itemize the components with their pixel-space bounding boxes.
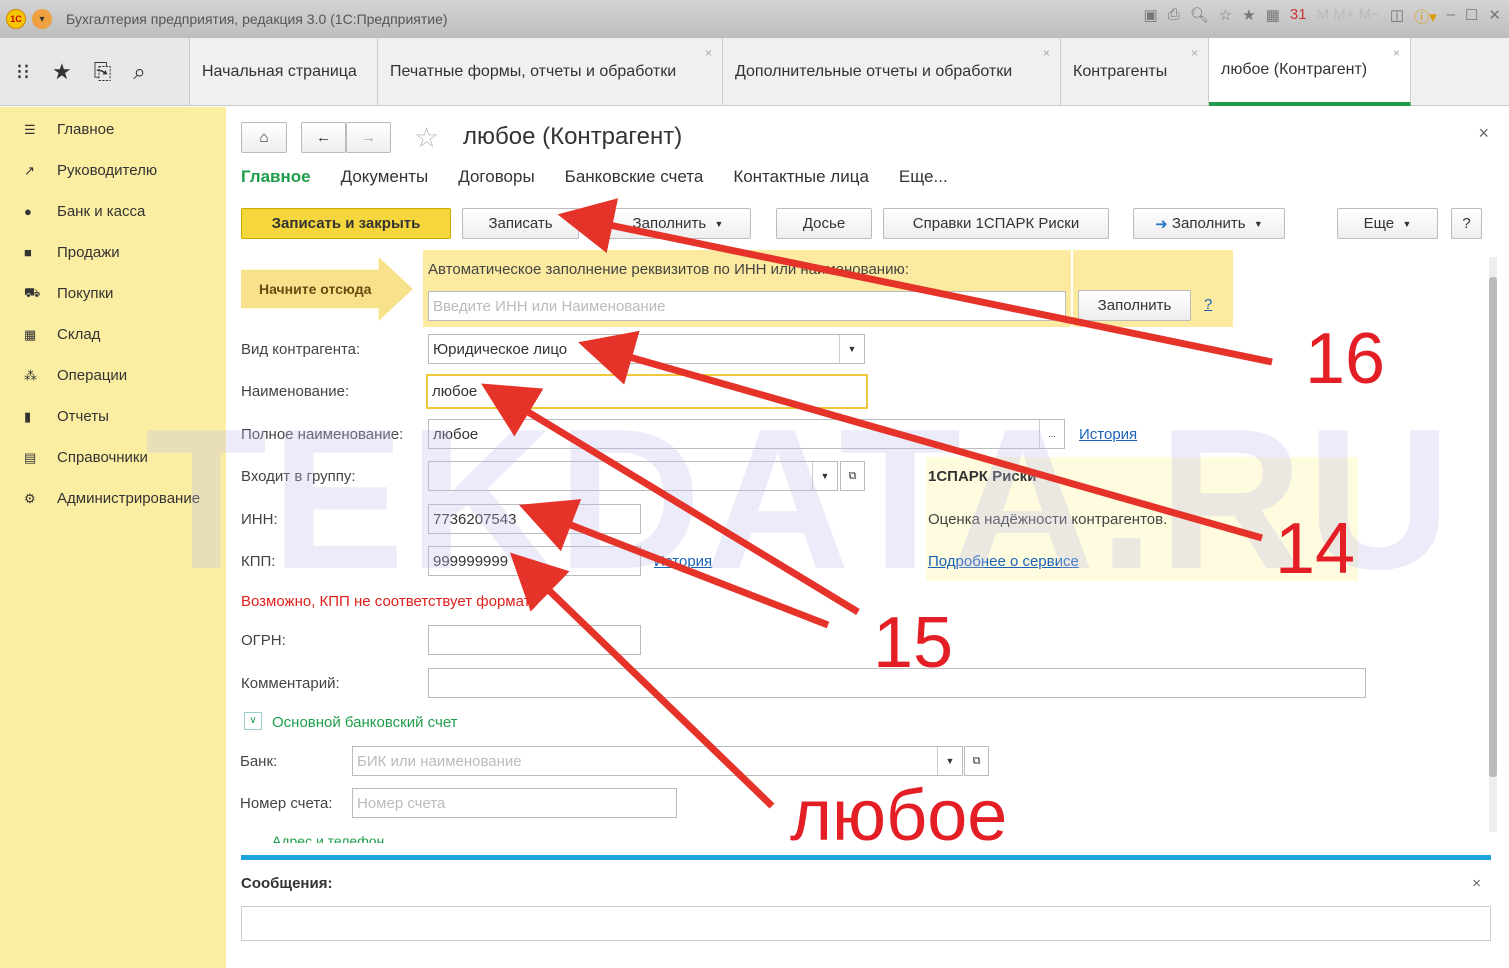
- annotation-any: любое: [790, 776, 1008, 856]
- annotation-16: 16: [1305, 319, 1386, 399]
- annotation-arrows: [481, 198, 1273, 809]
- annotation-15: 15: [873, 603, 954, 683]
- arrow-14: [578, 330, 1263, 542]
- arrow-16: [557, 198, 1273, 366]
- arrow-any: [509, 552, 775, 809]
- annotation-14: 14: [1275, 509, 1356, 589]
- arrow-15a: [481, 383, 860, 615]
